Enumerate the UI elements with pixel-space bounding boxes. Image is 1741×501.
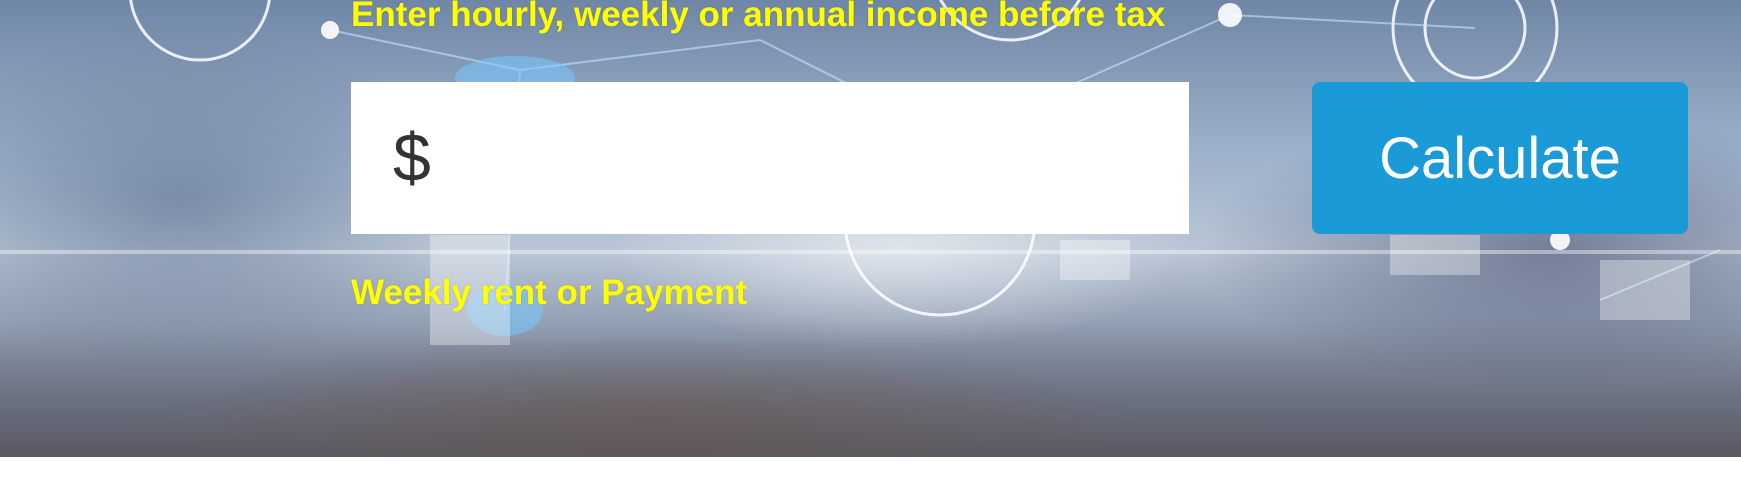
rent-label: Weekly rent or Payment (351, 273, 748, 312)
calculate-button[interactable]: Calculate (1312, 82, 1688, 234)
income-field[interactable]: $ (351, 81, 1221, 235)
income-label: Enter hourly, weekly or annual income be… (351, 0, 1166, 34)
currency-symbol: $ (393, 120, 431, 196)
income-input[interactable] (430, 81, 1221, 235)
